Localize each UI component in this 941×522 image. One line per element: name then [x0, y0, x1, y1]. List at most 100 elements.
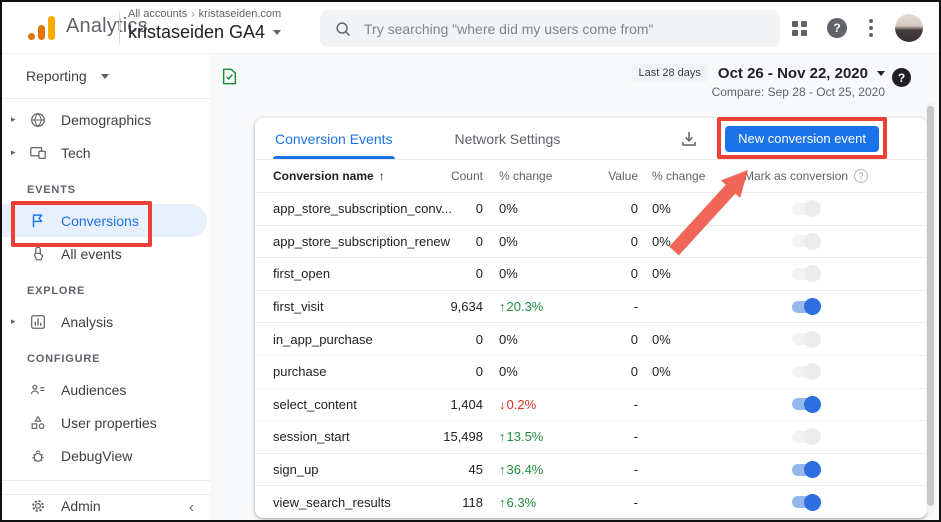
sidebar-item-label: DebugView: [61, 448, 132, 464]
table-row: first_open00%00%: [255, 257, 927, 290]
globe-icon: [28, 110, 48, 130]
reporting-nav-selector[interactable]: Reporting: [2, 54, 210, 98]
chevron-down-icon: [101, 74, 109, 79]
touch-icon: [28, 244, 48, 264]
debug-icon: [28, 446, 48, 466]
count-cell: 0: [443, 266, 483, 281]
mark-as-conversion-toggle[interactable]: [792, 496, 818, 508]
sidebar: Reporting ▸Demographics▸TechEVENTS Conver…: [2, 54, 210, 522]
sidebar-item-tech[interactable]: ▸Tech: [2, 136, 210, 169]
value-cell: 0: [578, 201, 638, 216]
value-cell: -: [578, 495, 638, 510]
sidebar-item-user-properties[interactable]: User properties: [2, 406, 210, 439]
chevron-right-icon: ›: [191, 9, 194, 20]
count-cell: 15,498: [443, 429, 483, 444]
compare-range: Compare: Sep 28 - Oct 25, 2020: [712, 85, 885, 99]
arrow-down-icon: ↓: [499, 397, 506, 412]
sidebar-item-debugview[interactable]: DebugView: [2, 439, 210, 472]
sidebar-item-analysis[interactable]: ▸ Analysis: [2, 305, 210, 338]
sidebar-item-label: All events: [61, 246, 122, 262]
sidebar-item-label: Analysis: [61, 314, 113, 330]
count-cell: 0: [443, 332, 483, 347]
mark-cell: [728, 235, 909, 247]
property-name: kristaseiden GA4: [128, 22, 265, 43]
search-input[interactable]: [364, 21, 766, 37]
value-change-cell: 0%: [638, 234, 728, 249]
analysis-icon: [28, 312, 48, 332]
tab-network-settings[interactable]: Network Settings: [453, 118, 563, 159]
value-cell: -: [578, 462, 638, 477]
table-row: first_visit9,634↑20.3%-: [255, 290, 927, 323]
analytics-app: Analytics All accounts › kristaseiden.co…: [0, 0, 941, 522]
data-quality-check-icon[interactable]: [222, 68, 237, 90]
help-icon[interactable]: ?: [827, 18, 847, 38]
count-change-value: 0%: [499, 364, 518, 379]
mark-as-conversion-toggle[interactable]: [792, 268, 818, 280]
count-cell: 0: [443, 364, 483, 379]
value-change-cell: 0%: [638, 332, 728, 347]
property-selector[interactable]: kristaseiden GA4: [128, 22, 281, 43]
conversion-events-card: Conversion Events Network Settings New c…: [255, 118, 927, 518]
mark-as-conversion-toggle[interactable]: [792, 431, 818, 443]
conversion-name-cell: view_search_results: [273, 495, 443, 510]
breadcrumb-account: All accounts: [128, 8, 187, 20]
new-conversion-event-button[interactable]: New conversion event: [725, 126, 879, 152]
column-conversion-name[interactable]: Conversion name↑: [273, 169, 443, 183]
date-range-picker[interactable]: Last 28 days Oct 26 - Nov 22, 2020: [632, 64, 885, 82]
value-cell: -: [578, 299, 638, 314]
count-change-value: 0.2%: [507, 397, 537, 412]
count-cell: 0: [443, 234, 483, 249]
collapse-sidebar-icon[interactable]: ‹: [189, 499, 194, 516]
mark-as-conversion-toggle[interactable]: [792, 464, 818, 476]
devices-icon: [28, 143, 48, 163]
mark-as-conversion-toggle[interactable]: [792, 398, 818, 410]
download-icon[interactable]: [679, 129, 699, 149]
section-header-events: EVENTS: [2, 169, 210, 204]
count-change-cell: ↓0.2%: [483, 397, 578, 412]
mark-as-conversion-toggle[interactable]: [792, 203, 818, 215]
table-header: Conversion name↑ Count % change Value % …: [255, 160, 927, 192]
value-cell: 0: [578, 364, 638, 379]
mark-as-conversion-toggle[interactable]: [792, 333, 818, 345]
sidebar-item-label: Conversions: [61, 213, 139, 229]
table-row: view_search_results118↑6.3%-: [255, 485, 927, 518]
sidebar-item-label: User properties: [61, 415, 157, 431]
help-icon[interactable]: ?: [854, 169, 868, 183]
insights-help-icon[interactable]: ?: [892, 68, 911, 87]
value-change-cell: 0%: [638, 201, 728, 216]
conversion-name-cell: select_content: [273, 397, 443, 412]
count-change-value: 36.4%: [507, 462, 544, 477]
table-row: select_content1,404↓0.2%-: [255, 388, 927, 421]
scrollbar-track: [926, 102, 935, 514]
column-count-change[interactable]: % change: [483, 169, 578, 183]
search-bar[interactable]: [320, 10, 780, 47]
mark-cell: [728, 301, 909, 313]
expand-icon[interactable]: ▸: [11, 114, 26, 125]
more-options-icon[interactable]: [867, 17, 875, 39]
sidebar-item-demographics[interactable]: ▸Demographics: [2, 103, 210, 136]
scrollbar-thumb[interactable]: [927, 106, 934, 506]
avatar[interactable]: [895, 14, 923, 42]
column-count[interactable]: Count: [443, 169, 483, 183]
column-value-change[interactable]: % change: [638, 169, 728, 183]
arrow-up-icon: ↑: [499, 299, 506, 314]
divider: [2, 480, 210, 481]
breadcrumb-site: kristaseiden.com: [199, 8, 282, 20]
column-value[interactable]: Value: [578, 169, 638, 183]
apps-grid-icon[interactable]: [792, 21, 807, 36]
tab-conversion-events[interactable]: Conversion Events: [273, 118, 395, 159]
expand-icon[interactable]: ▸: [11, 147, 26, 158]
conversion-name-cell: in_app_purchase: [273, 332, 443, 347]
toggle-knob: [804, 233, 821, 250]
count-cell: 1,404: [443, 397, 483, 412]
sidebar-item-all-events[interactable]: All events: [2, 237, 210, 270]
sidebar-item-audiences[interactable]: Audiences: [2, 373, 210, 406]
toggle-knob: [804, 363, 821, 380]
mark-as-conversion-toggle[interactable]: [792, 301, 818, 313]
conversion-name-cell: purchase: [273, 364, 443, 379]
expand-icon[interactable]: ▸: [11, 316, 26, 327]
sidebar-item-conversions[interactable]: Conversions: [2, 204, 207, 237]
count-cell: 9,634: [443, 299, 483, 314]
mark-as-conversion-toggle[interactable]: [792, 366, 818, 378]
mark-as-conversion-toggle[interactable]: [792, 235, 818, 247]
